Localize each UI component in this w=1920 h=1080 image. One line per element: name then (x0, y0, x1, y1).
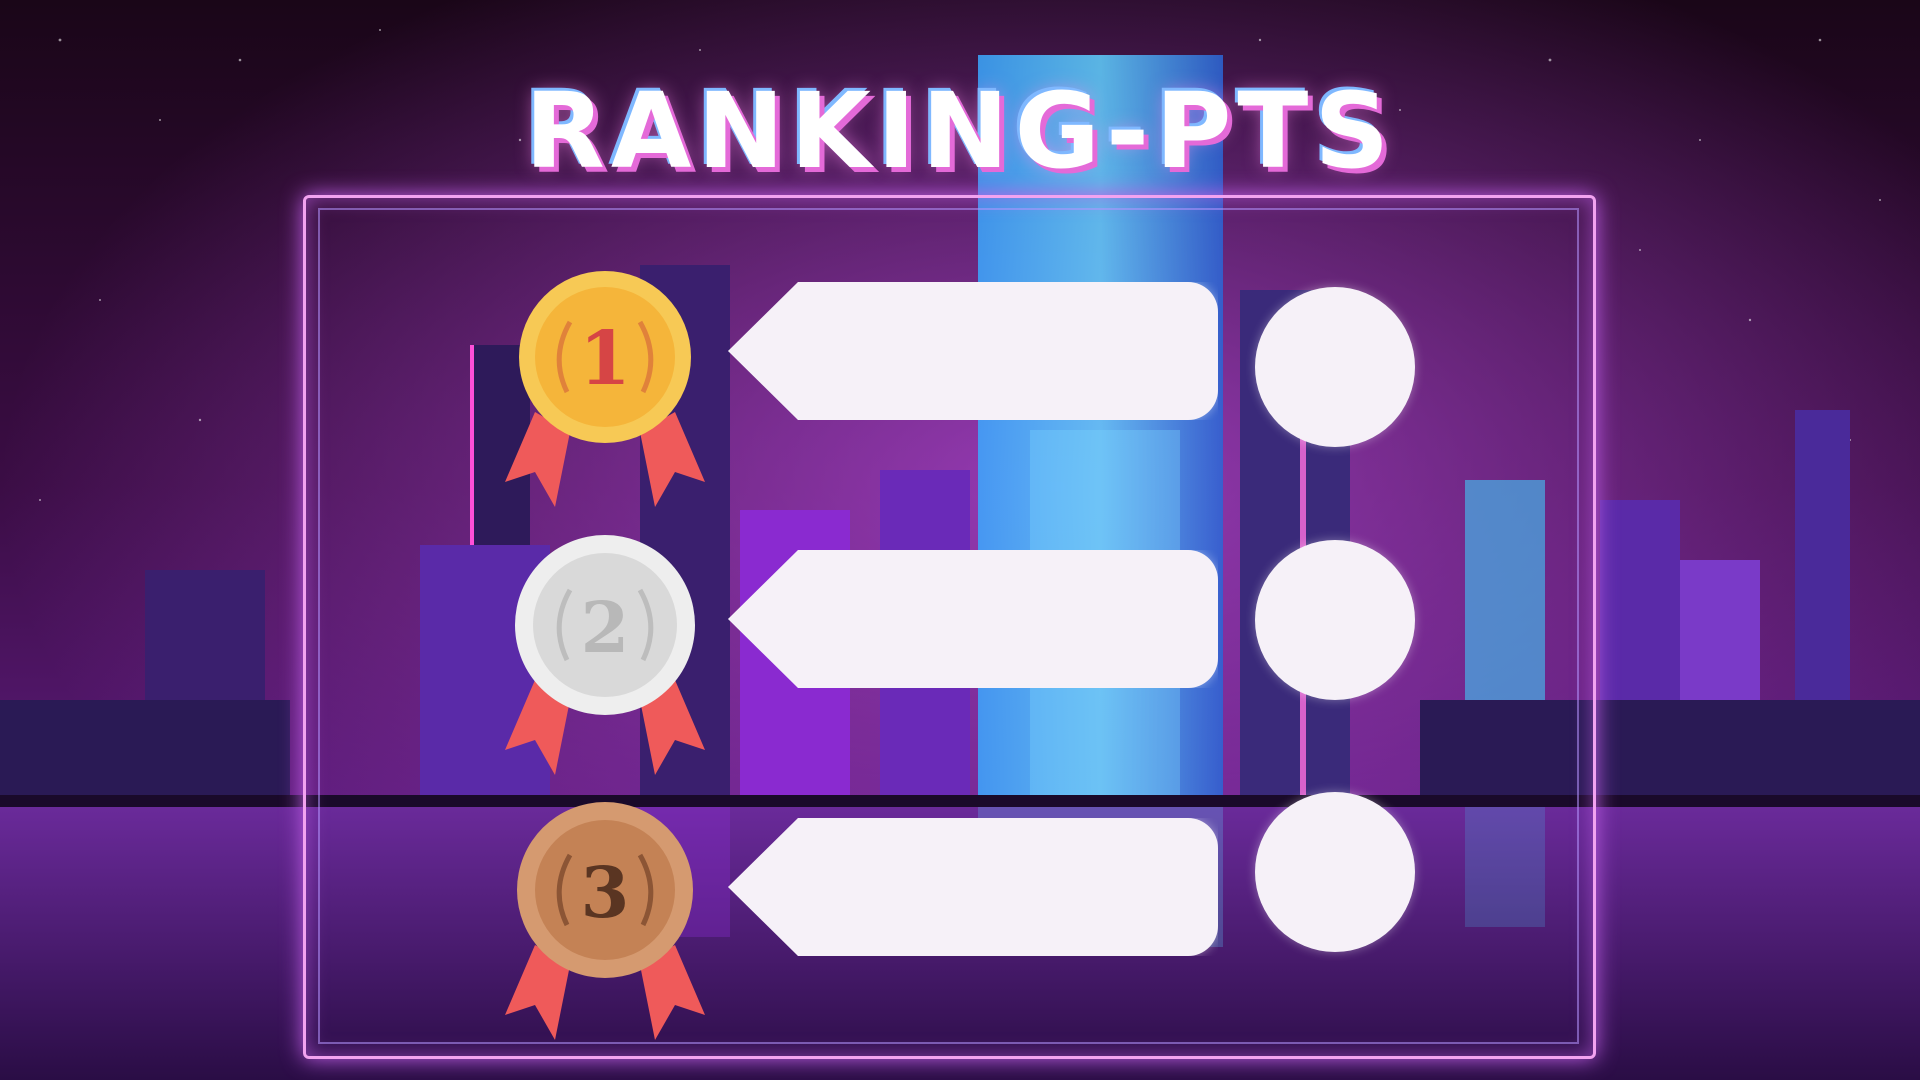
rank-1-name-field[interactable] (728, 282, 1218, 420)
bronze-medal-icon: 3 (505, 802, 705, 1040)
rank-1-points-field[interactable] (1255, 287, 1415, 447)
rank-2-name-field[interactable] (728, 550, 1218, 688)
page-title: RANKING-PTS (524, 70, 1396, 192)
rank-3-name-field[interactable] (728, 818, 1218, 956)
rank-number-2: 2 (581, 586, 630, 669)
rank-3-points-field[interactable] (1255, 792, 1415, 952)
silver-medal-icon: 2 (505, 535, 705, 775)
gold-medal-icon: 1 (505, 271, 705, 507)
rank-number-1: 1 (579, 316, 631, 402)
rank-2-points-field[interactable] (1255, 540, 1415, 700)
rank-number-3: 3 (581, 851, 630, 934)
